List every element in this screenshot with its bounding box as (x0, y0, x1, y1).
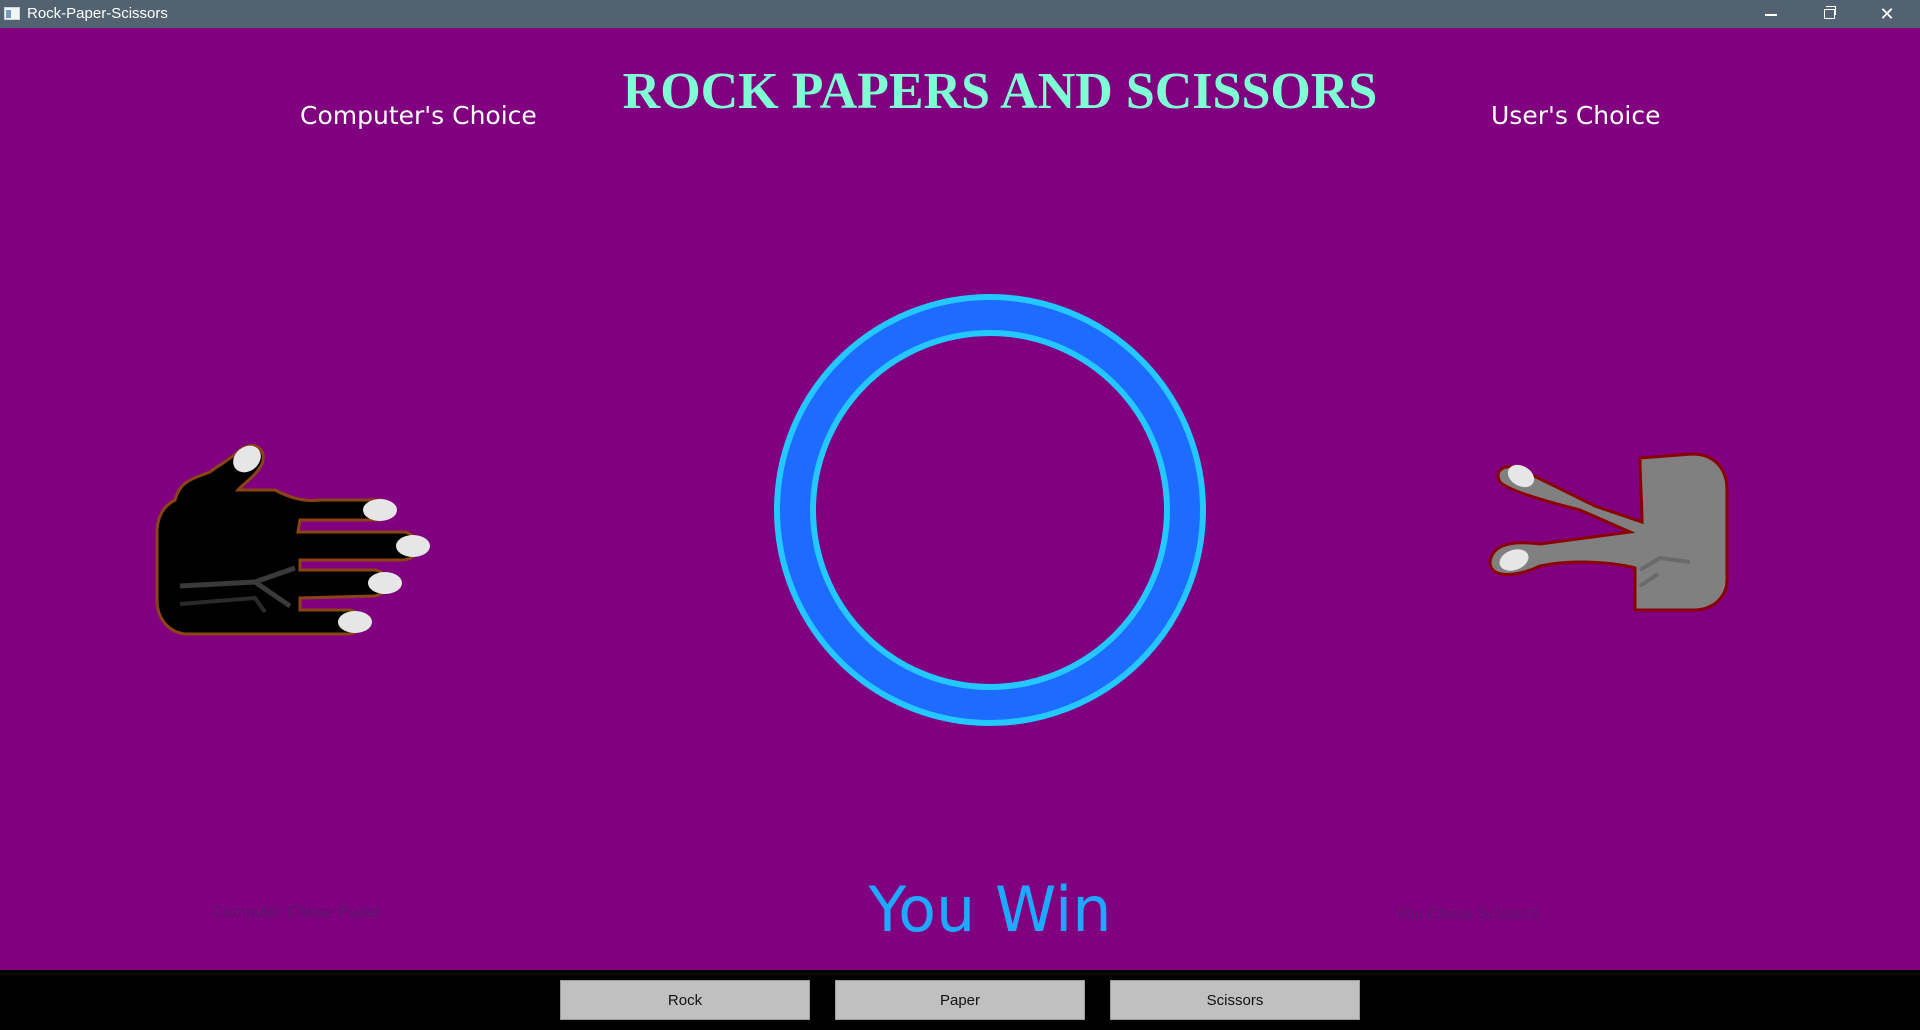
computer-choice-label: Computer's Choice (300, 101, 537, 130)
rock-button[interactable]: Rock (560, 980, 810, 1020)
minimize-button[interactable] (1742, 0, 1800, 28)
close-button[interactable]: ✕ (1858, 0, 1916, 28)
window-titlebar: Rock-Paper-Scissors ✕ (0, 0, 1920, 28)
computer-choice-caption: Computer Chose Paper (212, 904, 381, 921)
restore-icon (1823, 6, 1836, 19)
restore-button[interactable] (1800, 0, 1858, 28)
minimize-icon (1765, 14, 1777, 16)
button-bar: Rock Paper Scissors (0, 970, 1920, 1030)
computer-paper-hand-icon (155, 444, 430, 636)
paper-button[interactable]: Paper (835, 980, 1085, 1020)
scissors-button[interactable]: Scissors (1110, 980, 1360, 1020)
game-title: ROCK PAPERS AND SCISSORS (622, 63, 1378, 120)
close-icon: ✕ (1879, 3, 1895, 25)
user-choice-label: User's Choice (1491, 101, 1661, 130)
window-title: Rock-Paper-Scissors (27, 5, 168, 22)
user-choice-caption: You Chose Scissors (1396, 906, 1539, 923)
app-icon (4, 7, 20, 20)
user-scissors-hand-icon (1488, 452, 1729, 612)
result-text: You Win (868, 873, 1112, 946)
result-ring-icon (774, 294, 1206, 726)
